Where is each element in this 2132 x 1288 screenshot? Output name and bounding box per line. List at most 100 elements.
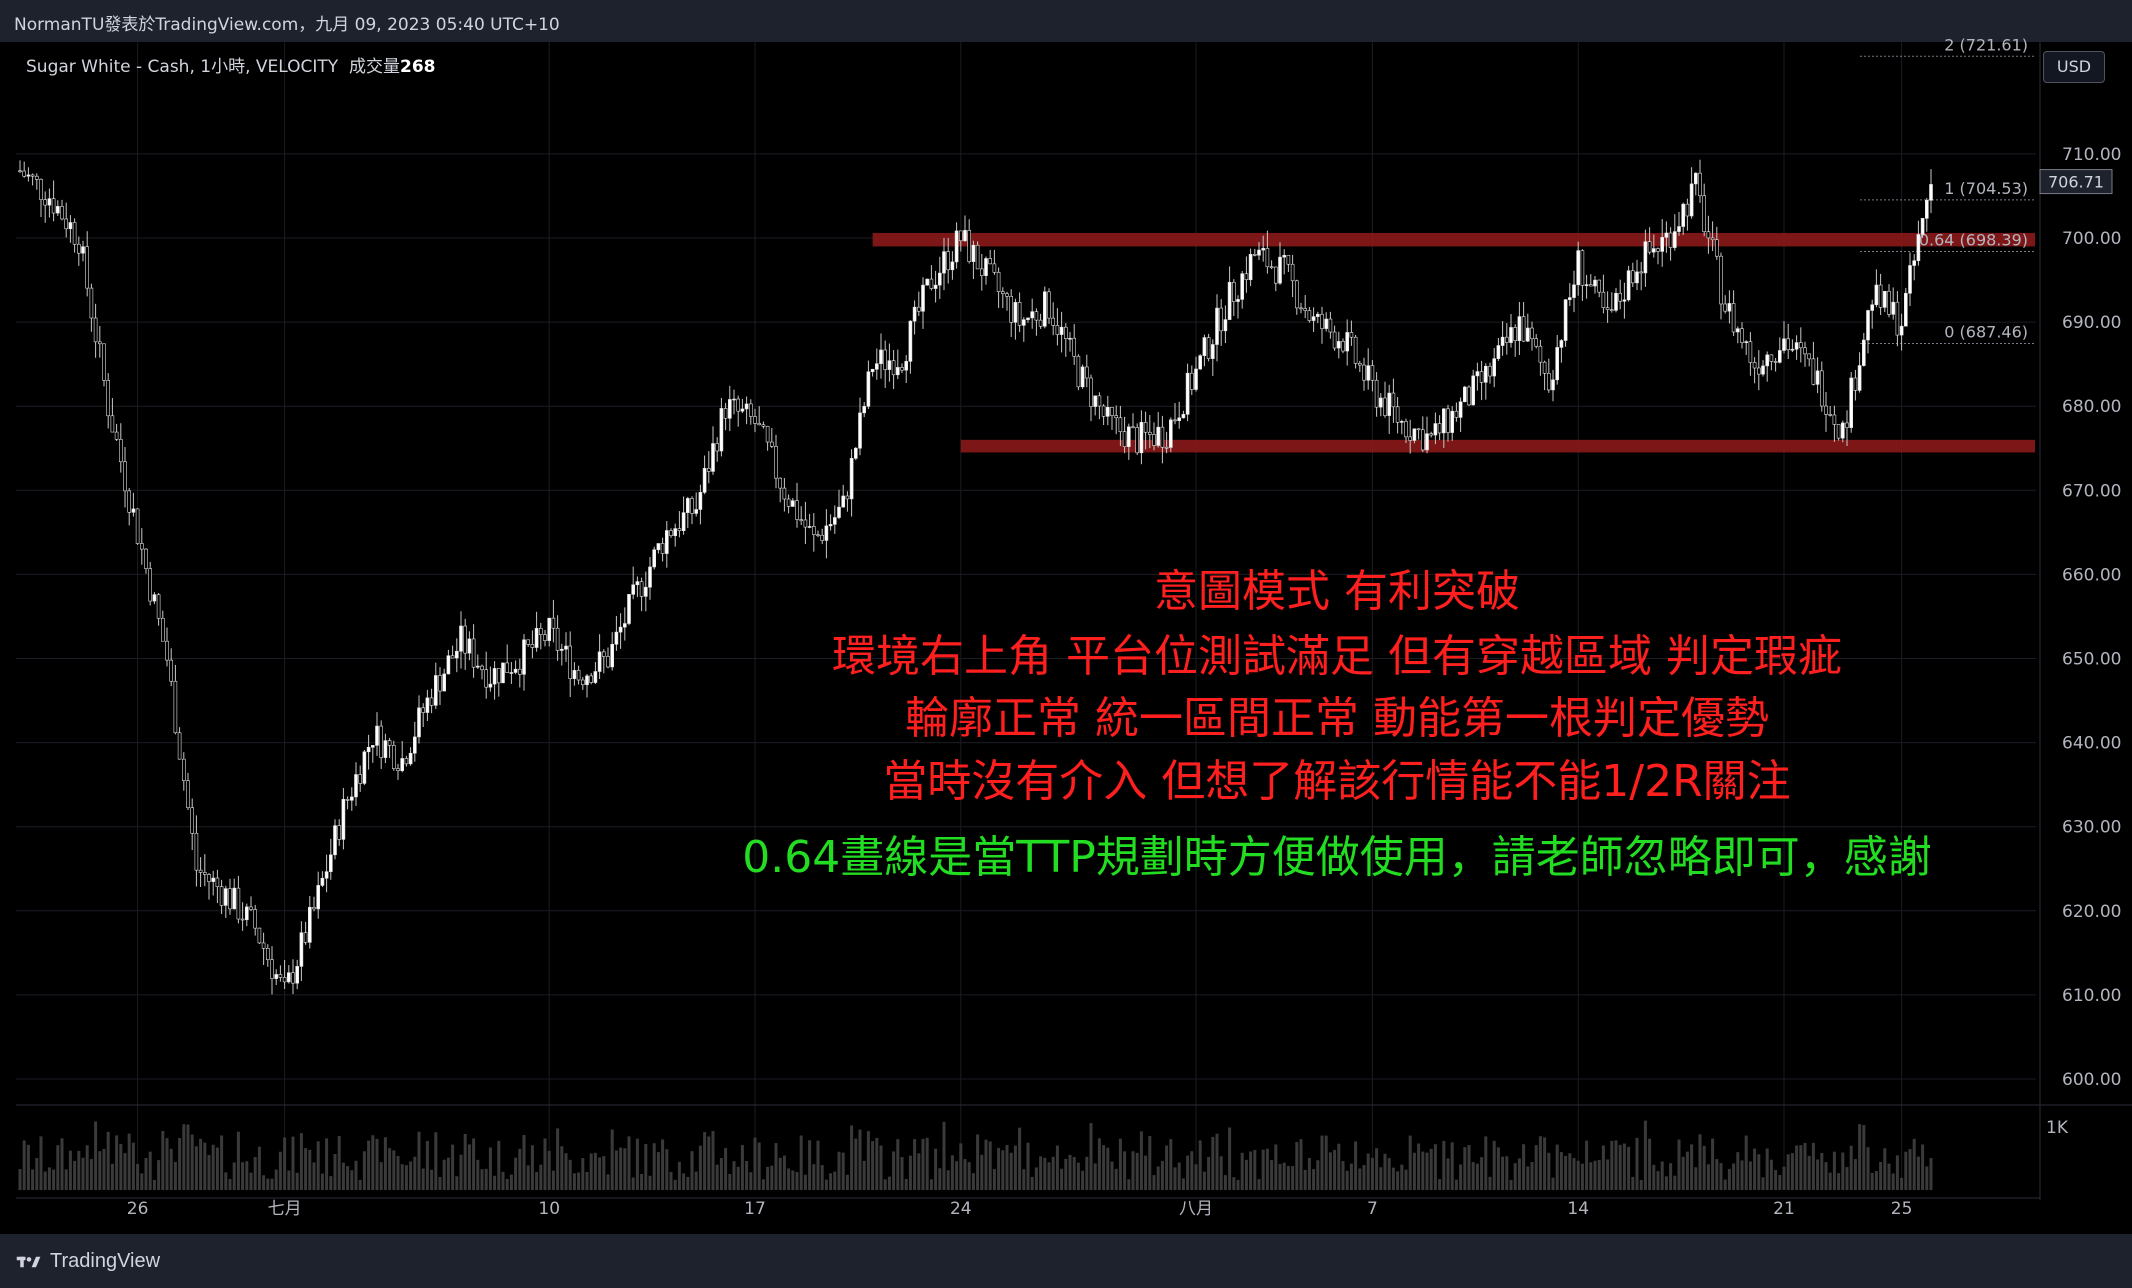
candle-body bbox=[1874, 284, 1879, 306]
candle-body bbox=[1744, 341, 1748, 343]
volume-bar bbox=[341, 1162, 345, 1190]
volume-bar bbox=[656, 1152, 660, 1190]
volume-bar bbox=[1278, 1164, 1282, 1190]
volume-bar bbox=[1505, 1156, 1509, 1190]
candle-body bbox=[1114, 415, 1118, 419]
candle-body bbox=[22, 170, 27, 177]
volume-bar bbox=[1190, 1151, 1194, 1190]
candle-body bbox=[207, 874, 211, 882]
candle-body bbox=[1597, 279, 1601, 293]
volume-bar bbox=[106, 1131, 110, 1190]
volume-bar bbox=[1635, 1137, 1639, 1190]
candle-body bbox=[1328, 318, 1333, 333]
volume-bar bbox=[346, 1166, 350, 1190]
candle-body bbox=[1000, 291, 1005, 295]
candle-body bbox=[1219, 307, 1223, 332]
candle-body bbox=[1883, 290, 1887, 308]
volume-bar bbox=[56, 1145, 60, 1190]
volume-bar bbox=[535, 1172, 539, 1190]
candle-body bbox=[702, 468, 707, 493]
candle-body bbox=[404, 758, 409, 765]
volume-bar bbox=[736, 1166, 740, 1190]
candle-body bbox=[862, 406, 867, 414]
candle-body bbox=[1391, 392, 1396, 408]
candle-body bbox=[1752, 362, 1757, 369]
candle-body bbox=[643, 586, 648, 597]
candle-body bbox=[715, 443, 720, 452]
volume-bar bbox=[1370, 1157, 1374, 1190]
candle-body bbox=[1870, 304, 1874, 311]
candle-body bbox=[475, 665, 480, 668]
candle-body bbox=[354, 774, 358, 798]
volume-bar bbox=[1732, 1163, 1736, 1190]
volume-bar bbox=[85, 1145, 89, 1190]
volume-bar bbox=[1900, 1177, 1904, 1190]
candle-body bbox=[807, 526, 812, 528]
volume-bar bbox=[539, 1164, 543, 1190]
candle-body bbox=[1131, 426, 1135, 429]
candle-body bbox=[1139, 422, 1144, 454]
candle-body bbox=[1059, 326, 1064, 335]
volume-bar bbox=[287, 1170, 291, 1190]
volume-bar bbox=[1631, 1176, 1635, 1190]
volume-bar bbox=[929, 1179, 933, 1190]
volume-bar bbox=[984, 1139, 988, 1190]
candle-body bbox=[1841, 422, 1845, 439]
candle-body bbox=[1492, 358, 1496, 377]
candle-body bbox=[551, 617, 556, 629]
candle-body bbox=[874, 363, 879, 370]
volume-bar bbox=[934, 1148, 938, 1190]
volume-bar bbox=[1236, 1179, 1240, 1190]
zone-resistance bbox=[872, 232, 2035, 247]
volume-bar bbox=[1026, 1142, 1030, 1190]
volume-value: 268 bbox=[399, 57, 436, 77]
volume-bar bbox=[732, 1161, 736, 1190]
candle-body bbox=[1782, 338, 1786, 351]
candle-body bbox=[1652, 248, 1656, 253]
currency-button[interactable]: USD bbox=[2043, 51, 2105, 83]
volume-bar bbox=[543, 1138, 547, 1190]
volume-bar bbox=[1585, 1140, 1589, 1190]
candle-body bbox=[1710, 237, 1715, 241]
volume-bar bbox=[455, 1176, 459, 1190]
candle-body bbox=[501, 662, 505, 684]
volume-bar bbox=[1828, 1172, 1832, 1190]
volume-bar bbox=[1807, 1155, 1811, 1190]
candle-body bbox=[1639, 271, 1643, 274]
volume-bar bbox=[459, 1154, 463, 1190]
volume-bar bbox=[1799, 1145, 1803, 1190]
candle-body bbox=[245, 906, 249, 921]
candle-body bbox=[1286, 255, 1291, 265]
candle-body bbox=[1773, 361, 1778, 363]
volume-bar bbox=[203, 1142, 207, 1190]
volume-bar bbox=[1383, 1153, 1387, 1190]
fib-level-label: 1 (704.53) bbox=[1944, 179, 2028, 198]
candle-body bbox=[1513, 327, 1517, 341]
volume-bar bbox=[1589, 1162, 1593, 1190]
volume-bar bbox=[1862, 1125, 1866, 1190]
candle-body bbox=[1530, 327, 1534, 340]
candle-body bbox=[1072, 337, 1076, 357]
candle-body bbox=[1887, 290, 1891, 315]
candle-body bbox=[261, 942, 266, 949]
volume-bar bbox=[892, 1151, 896, 1190]
volume-bar bbox=[35, 1158, 39, 1190]
volume-bar bbox=[1139, 1131, 1143, 1190]
x-tick-label: 7 bbox=[1367, 1199, 1378, 1219]
volume-bar bbox=[1908, 1149, 1912, 1190]
candle-body bbox=[1202, 337, 1207, 356]
candle-body bbox=[685, 498, 690, 513]
volume-bar bbox=[400, 1164, 404, 1190]
candle-body bbox=[1198, 355, 1202, 370]
volume-bar bbox=[950, 1155, 954, 1190]
candle-body bbox=[900, 367, 904, 371]
volume-bar bbox=[1181, 1178, 1185, 1190]
candle-body bbox=[1362, 364, 1366, 381]
candle-body bbox=[1374, 379, 1379, 408]
tradingview-logo[interactable]: TradingView bbox=[16, 1250, 160, 1273]
volume-bar bbox=[1597, 1159, 1601, 1190]
volume-bar bbox=[1013, 1145, 1017, 1190]
candle-body bbox=[1051, 317, 1055, 326]
volume-bar bbox=[665, 1149, 669, 1190]
volume-bar bbox=[1610, 1140, 1614, 1190]
